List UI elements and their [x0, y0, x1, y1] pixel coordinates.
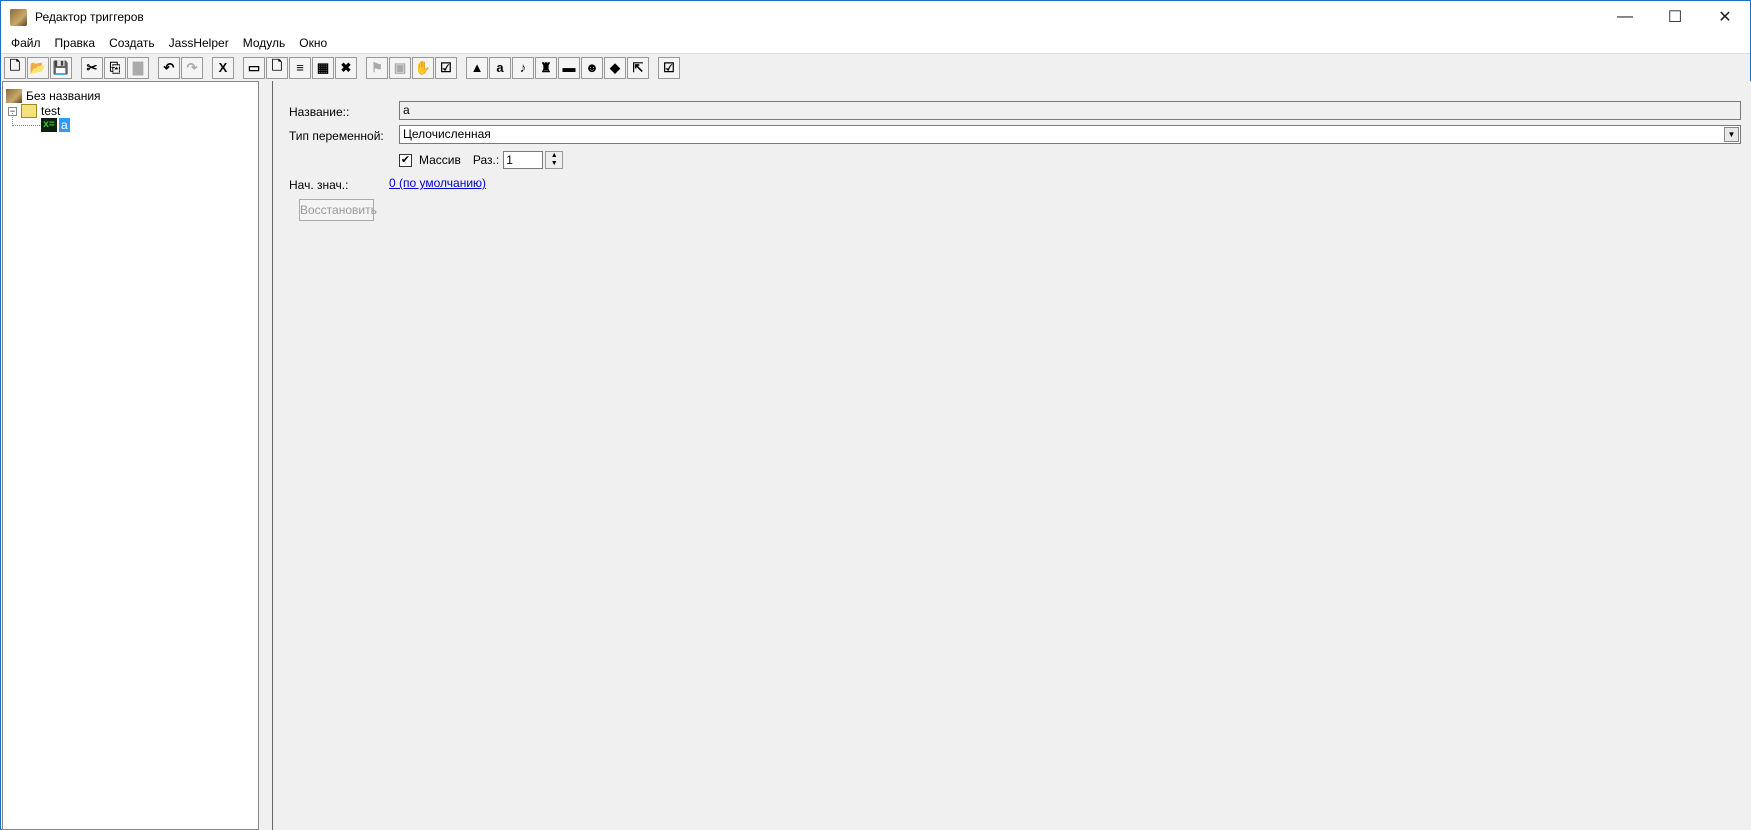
type-value: Целочисленная — [403, 127, 491, 141]
export-button[interactable]: ⇱ — [627, 56, 649, 79]
undo-icon: ↶ — [163, 59, 175, 75]
sound-editor-icon: ♪ — [519, 60, 527, 75]
menu-bar: Файл Правка Создать JassHelper Модуль Ок… — [1, 33, 334, 53]
ai-editor-button[interactable]: ☻ — [581, 56, 603, 79]
open-icon: 📂 — [29, 59, 47, 75]
close-button[interactable]: ✕ — [1700, 1, 1750, 33]
event-icon: ⚑ — [371, 59, 383, 75]
cut-button[interactable]: ✂ — [81, 56, 103, 79]
terrain-editor-icon: ▲ — [470, 60, 484, 75]
copy-button[interactable]: ⎘ — [104, 56, 126, 79]
variable-panel: Название:: a Тип переменной: Целочисленн… — [273, 81, 1751, 830]
dropdown-arrow-icon[interactable]: ▼ — [1724, 127, 1739, 142]
test-map-icon: ☑ — [663, 59, 675, 75]
campaign-editor-icon: ▬ — [562, 60, 576, 75]
array-label: Массив — [419, 153, 461, 167]
restore-button[interactable]: Восстановить — [299, 199, 377, 221]
open-button[interactable]: 📂 — [27, 56, 49, 79]
copy-icon: ⎘ — [109, 59, 121, 75]
map-icon — [6, 89, 22, 103]
name-field[interactable]: a — [399, 101, 1741, 120]
size-label: Раз.: — [472, 153, 500, 167]
trigger-tree[interactable]: Без названия − test x= a — [2, 81, 259, 830]
tree-category-label: test — [41, 104, 61, 118]
action-icon: ✋ — [414, 59, 432, 75]
new-variable-x-icon: ✖ — [340, 59, 352, 75]
tree-connector — [12, 113, 40, 126]
menu-window[interactable]: Окно — [292, 36, 334, 50]
trigger-editor-icon: a — [496, 60, 504, 75]
new-variable-icon: ▦ — [316, 59, 330, 75]
cut-icon: ✂ — [86, 59, 98, 75]
sound-editor-button[interactable]: ♪ — [512, 56, 534, 79]
import-manager-icon: ◆ — [610, 59, 620, 75]
variable-icon: x= — [41, 118, 57, 132]
new-variable-button[interactable]: ▦ — [312, 56, 334, 79]
object-editor-button[interactable]: ♜ — [535, 56, 557, 79]
redo-icon: ↷ — [186, 59, 198, 75]
array-checkbox[interactable]: ✔ — [399, 153, 412, 167]
app-icon — [10, 8, 27, 26]
event-button[interactable]: ⚑ — [366, 56, 388, 79]
disable-button[interactable]: X — [212, 56, 234, 79]
new-comment-button[interactable]: ≡ — [289, 56, 311, 79]
new-button[interactable]: 🗋 — [4, 56, 26, 79]
size-spinner[interactable]: ▲ ▼ — [545, 151, 564, 169]
toolbar: 🗋 📂 💾 ✂ ⎘ ▇ ↶ ↷ X ▭ 🗋 ≡ ▦ ✖ ⚑ ▣ ✋ ☑ ▲ a ♪ ♜ ▬ ☻ ◆ ⇱ ☑ — [1, 53, 1750, 81]
tree-variable[interactable]: x= a — [41, 117, 70, 133]
ai-editor-icon: ☻ — [585, 60, 599, 75]
save-button[interactable]: 💾 — [50, 56, 72, 79]
condition-icon: ▣ — [393, 59, 407, 75]
save-icon: 💾 — [52, 59, 70, 75]
redo-button[interactable]: ↷ — [181, 56, 203, 79]
new-trigger-icon: 🗋 — [271, 57, 283, 73]
type-label: Тип переменной: — [289, 129, 384, 143]
tree-root[interactable]: Без названия — [6, 88, 101, 104]
tree-variable-label: a — [59, 118, 70, 132]
new-trigger-button[interactable]: 🗋 — [266, 56, 288, 79]
action-button[interactable]: ✋ — [412, 56, 434, 79]
undo-button[interactable]: ↶ — [158, 56, 180, 79]
paste-button[interactable]: ▇ — [127, 56, 149, 79]
name-label: Название:: — [289, 105, 350, 119]
trigger-editor-button[interactable]: a — [489, 56, 511, 79]
checklist-icon: ☑ — [440, 59, 452, 75]
size-input[interactable]: 1 — [503, 151, 544, 169]
new-comment-icon: ≡ — [296, 60, 304, 75]
minimize-button[interactable]: — — [1600, 1, 1650, 33]
terrain-editor-button[interactable]: ▲ — [466, 56, 488, 79]
condition-button[interactable]: ▣ — [389, 56, 411, 79]
menu-jasshelper[interactable]: JassHelper — [162, 36, 236, 50]
paste-icon: ▇ — [133, 59, 143, 75]
test-map-button[interactable]: ☑ — [658, 56, 680, 79]
menu-file[interactable]: Файл — [4, 36, 48, 50]
init-label: Нач. знач.: — [289, 178, 349, 192]
menu-module[interactable]: Модуль — [236, 36, 293, 50]
import-manager-button[interactable]: ◆ — [604, 56, 626, 79]
menu-create[interactable]: Создать — [102, 36, 162, 50]
array-row: ✔ Массив Раз.: 1 ▲ ▼ — [399, 151, 564, 169]
menu-edit[interactable]: Правка — [48, 36, 103, 50]
campaign-editor-button[interactable]: ▬ — [558, 56, 580, 79]
export-icon: ⇱ — [632, 59, 644, 75]
new-icon: 🗋 — [9, 57, 21, 73]
tree-root-label: Без названия — [26, 89, 101, 103]
type-select[interactable]: Целочисленная ▼ — [399, 125, 1741, 144]
object-editor-icon: ♜ — [540, 59, 552, 75]
maximize-button[interactable]: ☐ — [1650, 1, 1700, 33]
new-category-icon: ▭ — [247, 59, 261, 75]
window-title: Редактор триггеров — [35, 10, 144, 24]
new-variable-x-button[interactable]: ✖ — [335, 56, 357, 79]
init-value-link[interactable]: 0 (по умолчанию) — [389, 176, 486, 190]
splitter[interactable] — [259, 81, 273, 830]
new-category-button[interactable]: ▭ — [243, 56, 265, 79]
title-bar: Редактор триггеров — ☐ ✕ — [1, 1, 1750, 33]
checklist-button[interactable]: ☑ — [435, 56, 457, 79]
disable-icon: X — [218, 60, 228, 75]
